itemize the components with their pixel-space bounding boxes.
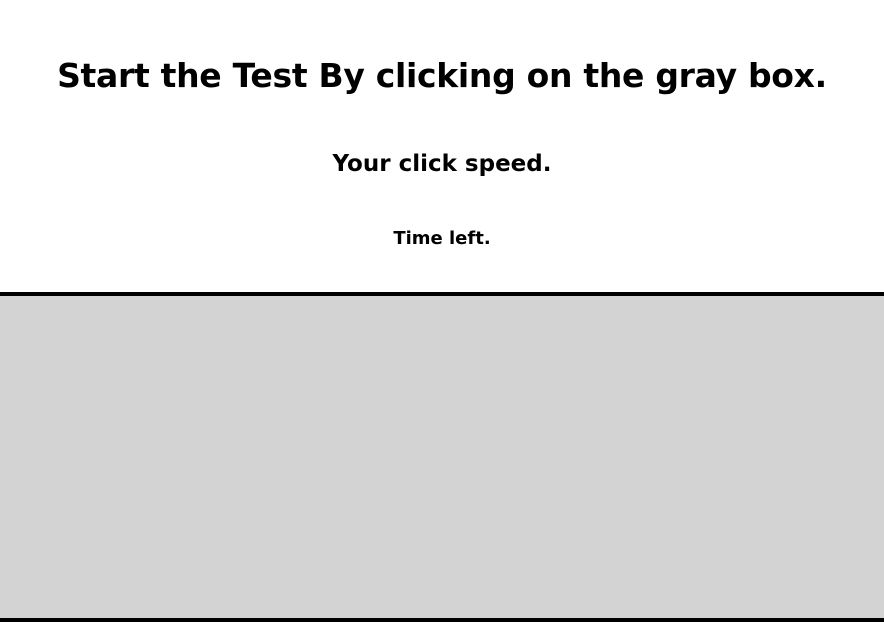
gray-click-box[interactable]	[0, 292, 884, 622]
time-left-display: Time left.	[393, 228, 491, 249]
click-speed-display: Your click speed.	[332, 151, 552, 177]
page-title: Start the Test By clicking on the gray b…	[57, 56, 827, 95]
click-speed-test-page: Start the Test By clicking on the gray b…	[0, 0, 884, 635]
